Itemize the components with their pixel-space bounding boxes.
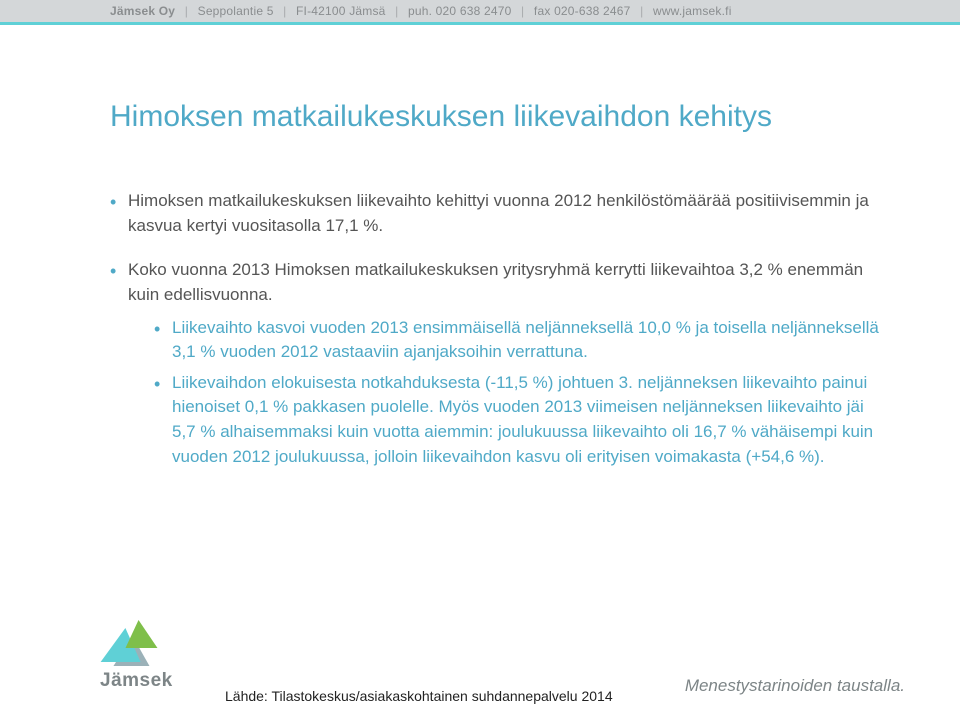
header-postal: FI-42100 Jämsä xyxy=(296,4,386,18)
bullet-text: Himoksen matkailukeskuksen liikevaihto k… xyxy=(128,191,869,235)
sub-bullet-item: Liikevaihdon elokuisesta notkahduksesta … xyxy=(154,371,890,470)
header-phone-label: puh. xyxy=(408,4,432,18)
bullet-text: Koko vuonna 2013 Himoksen matkailukeskuk… xyxy=(128,260,863,304)
separator: | xyxy=(283,4,286,18)
footer: Jämsek Lähde: Tilastokeskus/asiakaskohta… xyxy=(0,638,960,720)
source-text: Lähde: Tilastokeskus/asiakaskohtainen su… xyxy=(225,688,613,704)
bullet-item: Himoksen matkailukeskuksen liikevaihto k… xyxy=(110,189,890,238)
header-bar: Jämsek Oy | Seppolantie 5 | FI-42100 Jäm… xyxy=(0,0,960,22)
separator: | xyxy=(640,4,643,18)
header-phone: 020 638 2470 xyxy=(436,4,512,18)
sub-bullet-item: Liikevaihto kasvoi vuoden 2013 ensimmäis… xyxy=(154,316,890,365)
separator: | xyxy=(395,4,398,18)
header-company: Jämsek Oy xyxy=(110,4,175,18)
logo-icon xyxy=(100,616,160,668)
bullet-item: Koko vuonna 2013 Himoksen matkailukeskuk… xyxy=(110,258,890,469)
brand-logo: Jämsek xyxy=(100,616,173,692)
bullet-list: Himoksen matkailukeskuksen liikevaihto k… xyxy=(110,189,890,469)
sub-bullet-text: Liikevaihto kasvoi vuoden 2013 ensimmäis… xyxy=(172,318,879,362)
tagline-text: Menestystarinoiden taustalla. xyxy=(685,676,905,696)
page-title: Himoksen matkailukeskuksen liikevaihdon … xyxy=(110,100,890,134)
sub-bullet-list: Liikevaihto kasvoi vuoden 2013 ensimmäis… xyxy=(154,316,890,470)
logo-text: Jämsek xyxy=(100,670,173,692)
slide-body: Himoksen matkailukeskuksen liikevaihdon … xyxy=(0,25,960,469)
header-web: www.jamsek.fi xyxy=(653,4,732,18)
header-fax-label: fax xyxy=(534,4,551,18)
sub-bullet-text: Liikevaihdon elokuisesta notkahduksesta … xyxy=(172,373,873,466)
header-address: Seppolantie 5 xyxy=(198,4,274,18)
separator: | xyxy=(521,4,524,18)
header-fax: 020-638 2467 xyxy=(554,4,630,18)
separator: | xyxy=(185,4,188,18)
